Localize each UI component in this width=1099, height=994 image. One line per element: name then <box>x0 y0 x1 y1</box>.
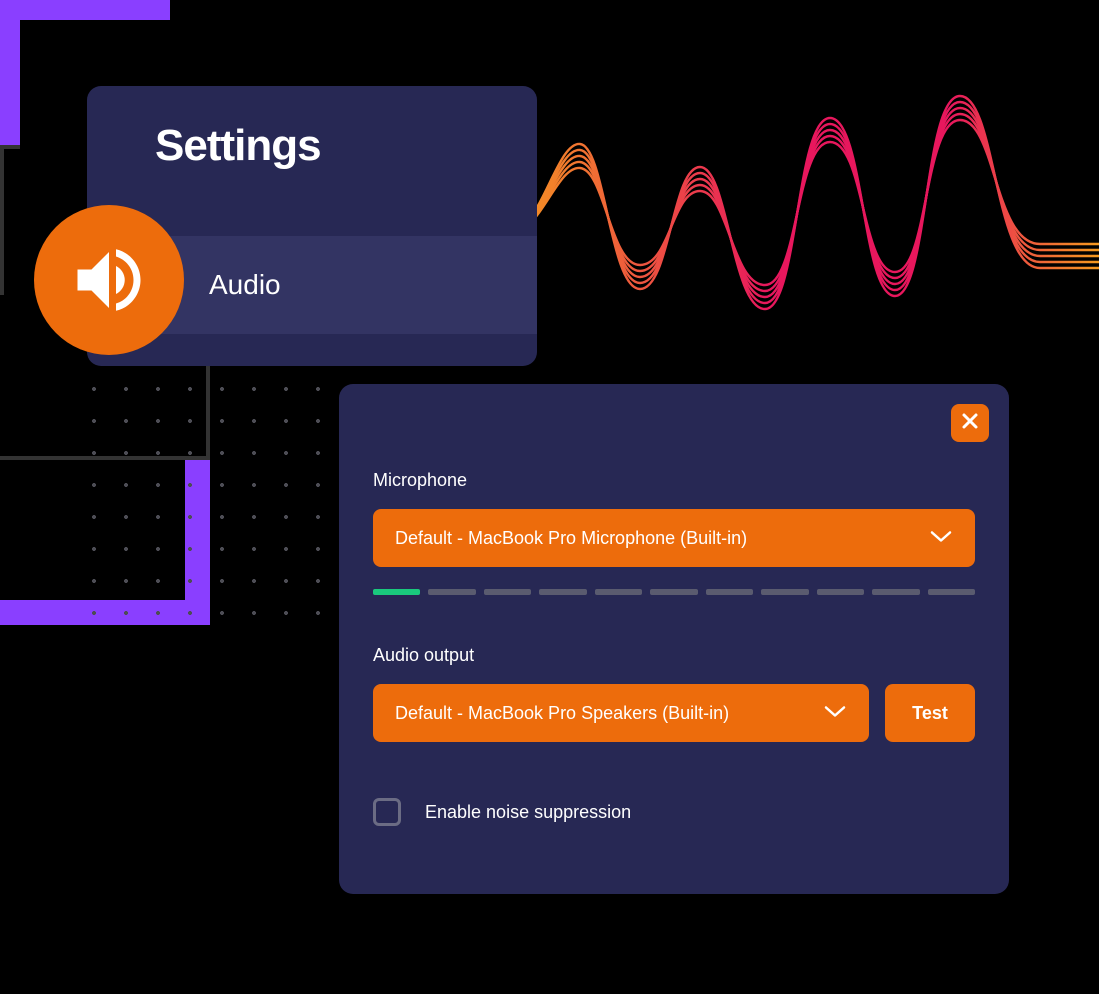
close-icon <box>961 412 979 435</box>
meter-segment <box>484 589 531 595</box>
microphone-selected-value: Default - MacBook Pro Microphone (Built-… <box>395 528 747 549</box>
meter-segment <box>539 589 586 595</box>
meter-segment <box>373 589 420 595</box>
meter-segment <box>872 589 919 595</box>
microphone-level-meter <box>373 589 975 595</box>
meter-segment <box>650 589 697 595</box>
meter-segment <box>761 589 808 595</box>
meter-segment <box>595 589 642 595</box>
audio-settings-panel: Microphone Default - MacBook Pro Microph… <box>339 384 1009 894</box>
noise-suppression-label: Enable noise suppression <box>425 802 631 823</box>
audio-output-label: Audio output <box>373 645 975 666</box>
test-audio-button[interactable]: Test <box>885 684 975 742</box>
meter-segment <box>428 589 475 595</box>
meter-segment <box>928 589 975 595</box>
meter-segment <box>706 589 753 595</box>
chevron-down-icon <box>823 703 847 724</box>
decor-dot-grid <box>78 373 338 633</box>
sidebar-item-label: Audio <box>209 269 281 301</box>
chevron-down-icon <box>929 528 953 549</box>
close-button[interactable] <box>951 404 989 442</box>
audio-output-selected-value: Default - MacBook Pro Speakers (Built-in… <box>395 703 729 724</box>
noise-suppression-checkbox[interactable] <box>373 798 401 826</box>
microphone-select[interactable]: Default - MacBook Pro Microphone (Built-… <box>373 509 975 567</box>
audio-output-select[interactable]: Default - MacBook Pro Speakers (Built-in… <box>373 684 869 742</box>
speaker-icon <box>34 205 184 355</box>
settings-title: Settings <box>87 86 537 171</box>
microphone-label: Microphone <box>373 470 975 491</box>
test-button-label: Test <box>912 703 948 724</box>
meter-segment <box>817 589 864 595</box>
waveform-decoration <box>500 88 1099 348</box>
